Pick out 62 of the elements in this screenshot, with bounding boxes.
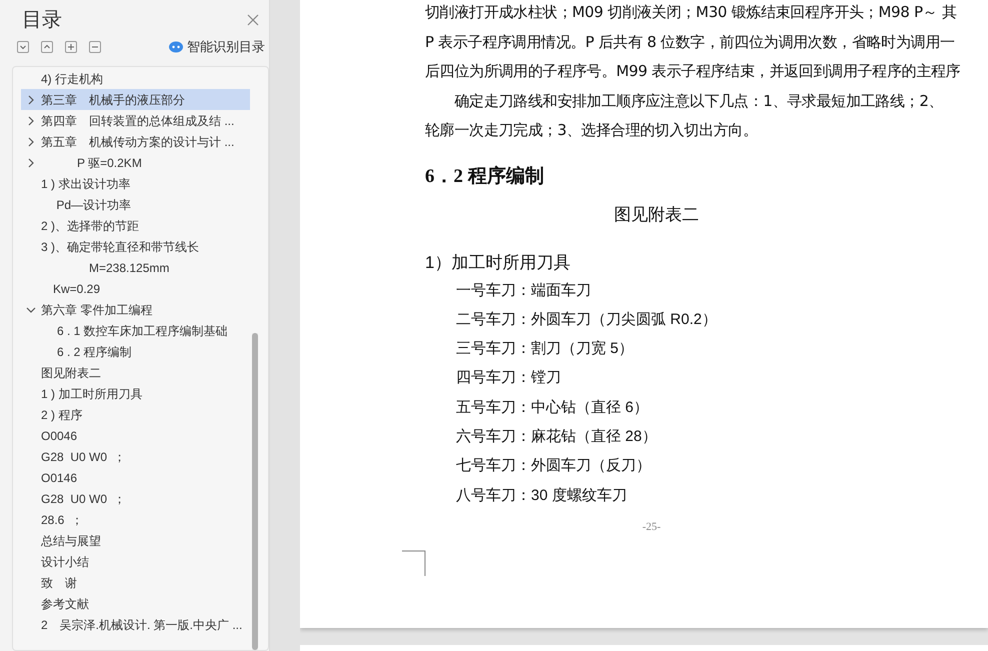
chevron-right-icon[interactable] — [28, 136, 34, 146]
tool-line: 一号车刀：端面车刀 — [455, 280, 592, 300]
toc-item[interactable]: O0146 — [21, 467, 250, 488]
toc-item[interactable]: 2 吴宗泽.机械设计. 第一版.中央广 ... — [21, 614, 250, 635]
tool-line: 七号车刀：外圆车刀（反刀） — [455, 456, 652, 476]
paragraph-line: P 表示子程序调用情况。P 后共有 8 位数字，前四位为调用次数，省略时为调用一 — [425, 32, 956, 52]
toc-item[interactable]: G28 U0 W0 ； — [21, 446, 250, 467]
tool-line: 二号车刀：外圆车刀（刀尖圆弧 R0.2） — [455, 310, 718, 330]
toc-item[interactable]: 2 ) 程序 — [21, 404, 250, 425]
smart-toc-button[interactable]: 智能识别目录 — [169, 37, 265, 57]
close-button[interactable] — [245, 12, 261, 28]
toc-item[interactable]: 28.6 ； — [21, 509, 250, 530]
tool-line: 五号车刀：中心钻（直径 6） — [455, 398, 650, 418]
chevron-right-icon[interactable] — [28, 94, 34, 104]
cloud-icon — [169, 41, 183, 53]
plus-button[interactable] — [65, 41, 77, 53]
expand-up-button[interactable] — [41, 41, 53, 53]
toc-item[interactable]: 2 )、选择带的节距 — [21, 215, 250, 236]
toc-item[interactable]: G28 U0 W0 ； — [21, 488, 250, 509]
paragraph-line: 轮廓一次走刀完成；3、选择合理的切入切出方向。 — [425, 120, 759, 141]
page-number: -25- — [641, 520, 662, 535]
tool-line: 四号车刀：镗刀 — [455, 368, 562, 388]
toc-item[interactable]: 致 谢 — [21, 572, 250, 593]
chevron-right-icon[interactable] — [28, 158, 34, 168]
toc-item[interactable]: Kw=0.29 — [21, 278, 250, 299]
chevron-down-icon[interactable] — [26, 306, 36, 312]
minus-button[interactable] — [89, 41, 101, 53]
toc-item[interactable]: 第六章 零件加工编程 — [21, 299, 250, 320]
paragraph-line: 切削液打开成水柱状；M09 切削液关闭；M30 锻炼结束回程序开头；M98 P～ 其 — [425, 2, 958, 23]
tool-line: 三号车刀：割刀（刀宽 5） — [455, 339, 635, 360]
toc-item[interactable]: 1 ) 加工时所用刀具 — [21, 383, 250, 404]
scrollbar-thumb[interactable] — [252, 333, 258, 650]
toc-item[interactable]: 第五章 机械传动方案的设计与计 ... — [21, 131, 250, 152]
panel-title: 目录 — [22, 8, 62, 33]
centered-line: 图见附表二 — [613, 204, 700, 226]
toc-item[interactable]: M=238.125mm — [21, 257, 250, 278]
toc-item[interactable]: P 驱=0.2KM — [21, 152, 250, 173]
collapse-all-button[interactable] — [17, 41, 29, 53]
toc-item[interactable]: 第四章 回转装置的总体组成及结 ... — [21, 110, 250, 131]
section-heading: 6．2 程序编制 — [425, 164, 545, 188]
paragraph-line: 确定走刀路线和安排加工顺序应注意以下几点：1、寻求最短加工路线；2、 — [453, 90, 944, 112]
toc-item[interactable]: 参考文献 — [21, 593, 250, 614]
toc-item[interactable]: 6 . 2 程序编制 — [21, 341, 250, 362]
plus-icon — [67, 43, 75, 51]
chevron-down-icon — [19, 43, 27, 51]
tool-line: 六号车刀：麻花钻（直径 28） — [455, 426, 658, 447]
toc-item[interactable]: 6 . 1 数控车床加工程序编制基础 — [21, 320, 250, 341]
toc-item[interactable]: 第三章 机械手的液压部分 — [21, 89, 250, 110]
toc-item[interactable]: 4) 行走机构 — [21, 68, 250, 89]
subheading: 1）加工时所用刀具 — [425, 252, 572, 274]
toc-item[interactable]: O0046 — [21, 425, 250, 446]
chevron-up-icon — [43, 43, 51, 51]
paragraph-line: 后四位为所调用的子程序号。M99 表示子程序结束，并返回到调用子程序的主程序 — [425, 61, 962, 82]
crop-mark-icon — [402, 550, 426, 576]
toc-item[interactable]: 设计小结 — [21, 551, 250, 572]
toc-item[interactable]: 总结与展望 — [21, 530, 250, 551]
toc-item[interactable]: 图见附表二 — [21, 362, 250, 383]
toc-item[interactable]: 1 ) 求出设计功率 — [21, 173, 250, 194]
toc-item[interactable]: 3 )、确定带轮直径和带节线长 — [21, 236, 250, 257]
chevron-right-icon[interactable] — [28, 116, 34, 126]
tool-line: 八号车刀：30 度螺纹车刀 — [455, 486, 628, 506]
toc-item[interactable]: Pd—设计功率 — [21, 194, 250, 215]
